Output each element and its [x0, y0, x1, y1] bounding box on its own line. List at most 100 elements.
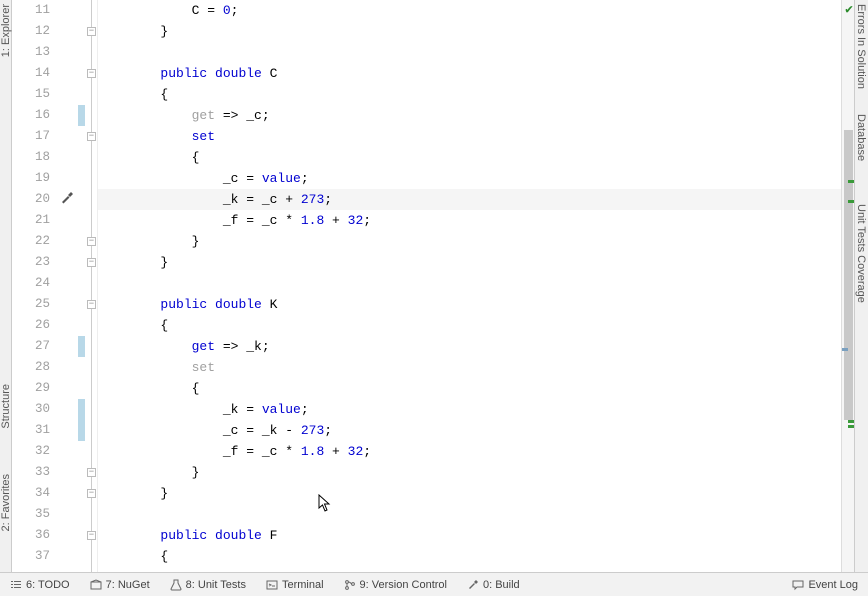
folding-gutter[interactable]: − − − − − − − − −	[86, 0, 98, 572]
code-line[interactable]: }	[98, 21, 854, 42]
code-line[interactable]: {	[98, 315, 854, 336]
code-line[interactable]: _f = _c * 1.8 + 32;	[98, 210, 854, 231]
code-editor[interactable]: 1112131415161718192021222324252627282930…	[12, 0, 854, 572]
line-number: 25	[12, 294, 50, 315]
code-line[interactable]: }	[98, 252, 854, 273]
change-marker	[78, 420, 85, 441]
terminal-tool[interactable]: Terminal	[256, 573, 334, 596]
code-area[interactable]: C = 0; } public double C { get => _c; se…	[98, 0, 854, 572]
code-line[interactable]: _f = _c * 1.8 + 32;	[98, 441, 854, 462]
status-bar: 6: TODO 7: NuGet 8: Unit Tests Terminal …	[0, 572, 868, 596]
code-line[interactable]: C = 0;	[98, 0, 854, 21]
line-number: 28	[12, 357, 50, 378]
fold-toggle[interactable]: −	[87, 300, 96, 309]
marker-gutter[interactable]	[58, 0, 78, 572]
fold-toggle[interactable]: −	[87, 132, 96, 141]
code-line[interactable]: _c = value;	[98, 168, 854, 189]
line-number: 19	[12, 168, 50, 189]
code-line[interactable]: {	[98, 378, 854, 399]
line-number: 32	[12, 441, 50, 462]
hammer-icon[interactable]	[60, 191, 74, 209]
line-number: 34	[12, 483, 50, 504]
marker-green[interactable]	[848, 200, 854, 203]
code-line[interactable]: public double C	[98, 63, 854, 84]
code-line[interactable]: set	[98, 357, 854, 378]
fold-toggle[interactable]: −	[87, 489, 96, 498]
unit-tests-tool[interactable]: 8: Unit Tests	[160, 573, 256, 596]
change-marker	[78, 399, 85, 420]
structure-tab[interactable]: Structure	[0, 380, 12, 433]
line-number: 29	[12, 378, 50, 399]
hammer-icon	[467, 579, 479, 591]
change-gutter	[78, 0, 86, 572]
explorer-tab[interactable]: 1: Explorer	[0, 0, 12, 61]
fold-toggle[interactable]: −	[87, 69, 96, 78]
coverage-tab[interactable]: Unit Tests Coverage	[855, 200, 867, 307]
right-tool-window-bar[interactable]: Errors In Solution Database Unit Tests C…	[854, 0, 868, 572]
code-line[interactable]: }	[98, 483, 854, 504]
line-number: 36	[12, 525, 50, 546]
line-number: 30	[12, 399, 50, 420]
flask-icon	[170, 579, 182, 591]
marker-green[interactable]	[848, 180, 854, 183]
scrollbar-thumb[interactable]	[844, 130, 853, 420]
favorites-tab[interactable]: 2: Favorites	[0, 470, 12, 535]
code-line[interactable]: set	[98, 126, 854, 147]
fold-toggle[interactable]: −	[87, 258, 96, 267]
build-tool[interactable]: 0: Build	[457, 573, 530, 596]
code-line[interactable]: {	[98, 84, 854, 105]
code-line[interactable]: get => _c;	[98, 105, 854, 126]
line-number: 35	[12, 504, 50, 525]
code-line[interactable]: _k = _c + 273;	[98, 189, 854, 210]
nuget-icon	[90, 579, 102, 591]
code-line[interactable]	[98, 42, 854, 63]
change-marker	[78, 336, 85, 357]
line-number: 14	[12, 63, 50, 84]
line-number: 12	[12, 21, 50, 42]
line-number: 31	[12, 420, 50, 441]
code-line[interactable]	[98, 273, 854, 294]
code-line[interactable]: {	[98, 546, 854, 567]
code-line[interactable]: _c = _k - 273;	[98, 420, 854, 441]
code-line[interactable]: _k = value;	[98, 399, 854, 420]
editor-scrollbar[interactable]: ✔	[841, 0, 854, 572]
code-line[interactable]: }	[98, 462, 854, 483]
list-icon	[10, 579, 22, 591]
line-number: 20	[12, 189, 50, 210]
event-log-tool[interactable]: Event Log	[782, 573, 868, 596]
code-line[interactable]: public double F	[98, 525, 854, 546]
fold-toggle[interactable]: −	[87, 237, 96, 246]
marker-blue[interactable]	[842, 348, 848, 351]
marker-green[interactable]	[848, 425, 854, 428]
nuget-tool[interactable]: 7: NuGet	[80, 573, 160, 596]
fold-toggle[interactable]: −	[87, 27, 96, 36]
left-tool-window-bar[interactable]: 1: Explorer Structure 2: Favorites	[0, 0, 12, 572]
line-number: 11	[12, 0, 50, 21]
version-control-tool[interactable]: 9: Version Control	[334, 573, 457, 596]
line-number: 24	[12, 273, 50, 294]
branch-icon	[344, 579, 356, 591]
code-line[interactable]: public double K	[98, 294, 854, 315]
line-number: 18	[12, 147, 50, 168]
line-number: 23	[12, 252, 50, 273]
errors-tab[interactable]: Errors In Solution	[855, 0, 867, 93]
code-line[interactable]: }	[98, 231, 854, 252]
change-marker	[78, 105, 85, 126]
line-number: 15	[12, 84, 50, 105]
line-number: 21	[12, 210, 50, 231]
code-line[interactable]: {	[98, 147, 854, 168]
line-number: 17	[12, 126, 50, 147]
line-number: 37	[12, 546, 50, 567]
check-icon: ✔	[845, 2, 853, 17]
marker-green[interactable]	[848, 420, 854, 423]
line-number: 27	[12, 336, 50, 357]
fold-toggle[interactable]: −	[87, 531, 96, 540]
database-tab[interactable]: Database	[855, 110, 867, 165]
fold-toggle[interactable]: −	[87, 468, 96, 477]
todo-tool[interactable]: 6: TODO	[0, 573, 80, 596]
code-line[interactable]: get => _k;	[98, 336, 854, 357]
line-number: 22	[12, 231, 50, 252]
line-number: 26	[12, 315, 50, 336]
speech-icon	[792, 579, 804, 591]
code-line[interactable]	[98, 504, 854, 525]
